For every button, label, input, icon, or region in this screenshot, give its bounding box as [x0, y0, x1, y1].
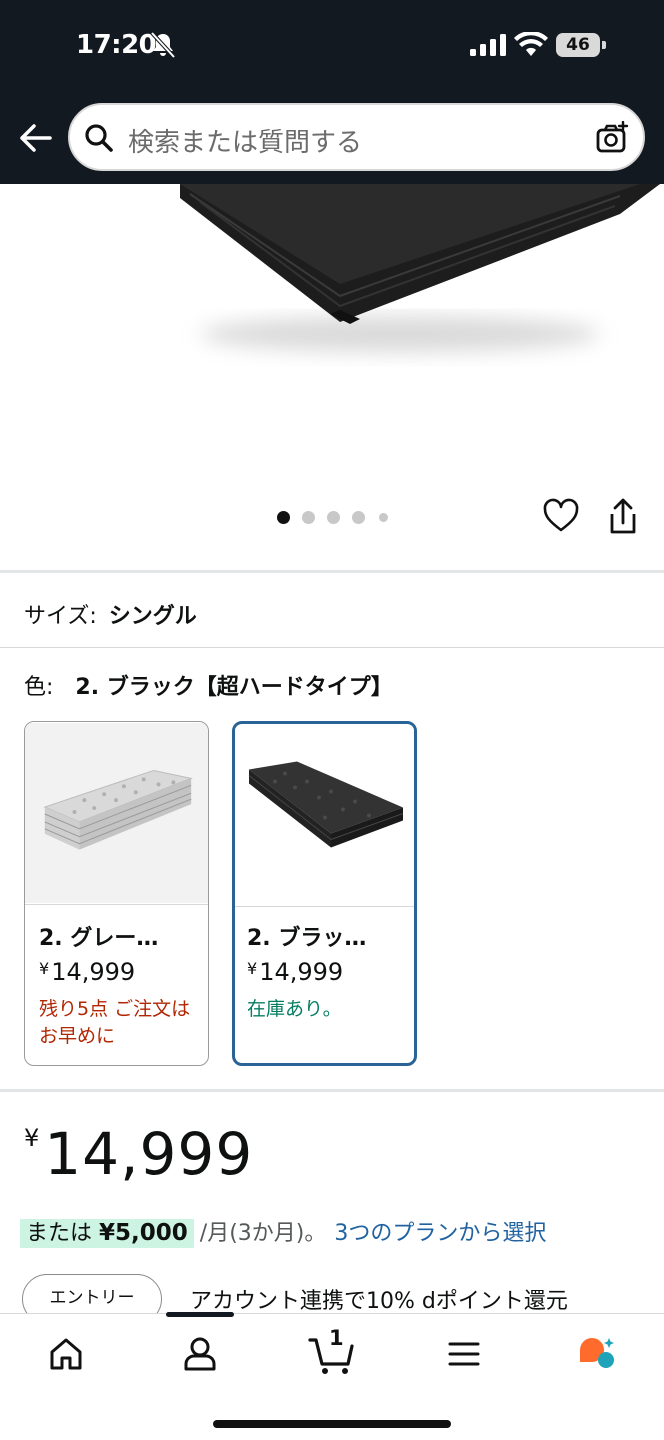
mattress-image — [180, 184, 660, 352]
installment-info: または ¥5,000/月(3か月)。 3つのプランから選択 — [20, 1215, 546, 1248]
favorite-heart-icon[interactable] — [542, 497, 580, 535]
installment-highlight: または ¥5,000 — [20, 1219, 194, 1248]
swatch-title: 2. ブラッ… — [247, 926, 367, 951]
home-icon[interactable] — [46, 1334, 86, 1374]
section-divider — [0, 570, 664, 573]
carousel-dot[interactable] — [302, 510, 315, 524]
color-swatch-black[interactable]: 2. ブラッ… ¥14,999 在庫あり。 — [232, 721, 417, 1066]
size-row[interactable]: サイズ: シングル — [24, 598, 197, 630]
swatch-stock-status: 在庫あり。 — [247, 998, 342, 1020]
swatch-price: ¥14,999 — [39, 958, 136, 986]
account-icon[interactable] — [180, 1334, 220, 1374]
search-icon — [85, 124, 113, 152]
swatch-title: 2. グレー… — [39, 926, 159, 951]
black-mattress-thumbnail — [235, 725, 414, 905]
status-time: 17:20 — [76, 30, 157, 60]
color-label: 色: — [24, 675, 54, 700]
silent-bell-icon — [150, 31, 176, 59]
swatch-stock-status: 残り5点 ご注文はお早めに — [39, 998, 191, 1047]
row-divider — [0, 647, 664, 648]
section-divider — [0, 1089, 664, 1092]
search-bar[interactable]: 検索または質問する — [68, 103, 645, 171]
share-icon[interactable] — [606, 498, 640, 536]
dpoint-promo-text: アカウント連携で10% dポイント還元 — [190, 1289, 568, 1314]
color-row: 色: 2. ブラック【超ハードタイプ】 — [24, 669, 393, 701]
bottom-nav: 1 — [0, 1312, 664, 1440]
price-currency: ¥ — [24, 1124, 41, 1152]
product-image[interactable] — [0, 184, 664, 484]
battery-indicator: 46 — [556, 33, 606, 57]
price-amount: 14,999 — [44, 1120, 254, 1188]
cart-button[interactable]: 1 — [308, 1326, 356, 1376]
status-bar: 17:20 46 — [0, 0, 664, 92]
grey-mattress-thumbnail — [25, 722, 208, 904]
search-input[interactable]: 検索または質問する — [128, 122, 362, 159]
installment-term: /月(3か月)。 — [199, 1221, 327, 1246]
home-indicator — [213, 1420, 451, 1428]
color-swatch-grey[interactable]: 2. グレー… ¥14,999 残り5点 ご注文はお早めに — [24, 721, 209, 1066]
active-tab-indicator — [166, 1312, 234, 1317]
battery-level: 46 — [556, 33, 600, 57]
back-arrow-icon[interactable] — [18, 122, 52, 154]
rufus-icon[interactable] — [576, 1334, 616, 1374]
carousel-dot[interactable] — [277, 510, 290, 524]
carousel-dot[interactable] — [327, 510, 340, 524]
menu-icon[interactable] — [444, 1334, 484, 1374]
color-value: 2. ブラック【超ハードタイプ】 — [75, 675, 393, 700]
swatch-price: ¥14,999 — [247, 958, 344, 986]
cart-count: 1 — [329, 1326, 344, 1350]
installment-plan-link[interactable]: 3つのプランから選択 — [334, 1221, 546, 1246]
carousel-dot[interactable] — [352, 510, 365, 524]
size-label: サイズ: — [24, 604, 97, 629]
cellular-signal-icon — [470, 34, 506, 56]
carousel-dot[interactable] — [379, 512, 388, 522]
product-price: ¥14,999 — [24, 1120, 253, 1188]
camera-search-icon[interactable] — [595, 121, 629, 155]
installment-amount: ¥5,000 — [99, 1220, 188, 1246]
app-header: 17:20 46 検索または質問する — [0, 0, 664, 184]
wifi-icon — [514, 32, 548, 56]
size-value: シングル — [108, 604, 197, 629]
